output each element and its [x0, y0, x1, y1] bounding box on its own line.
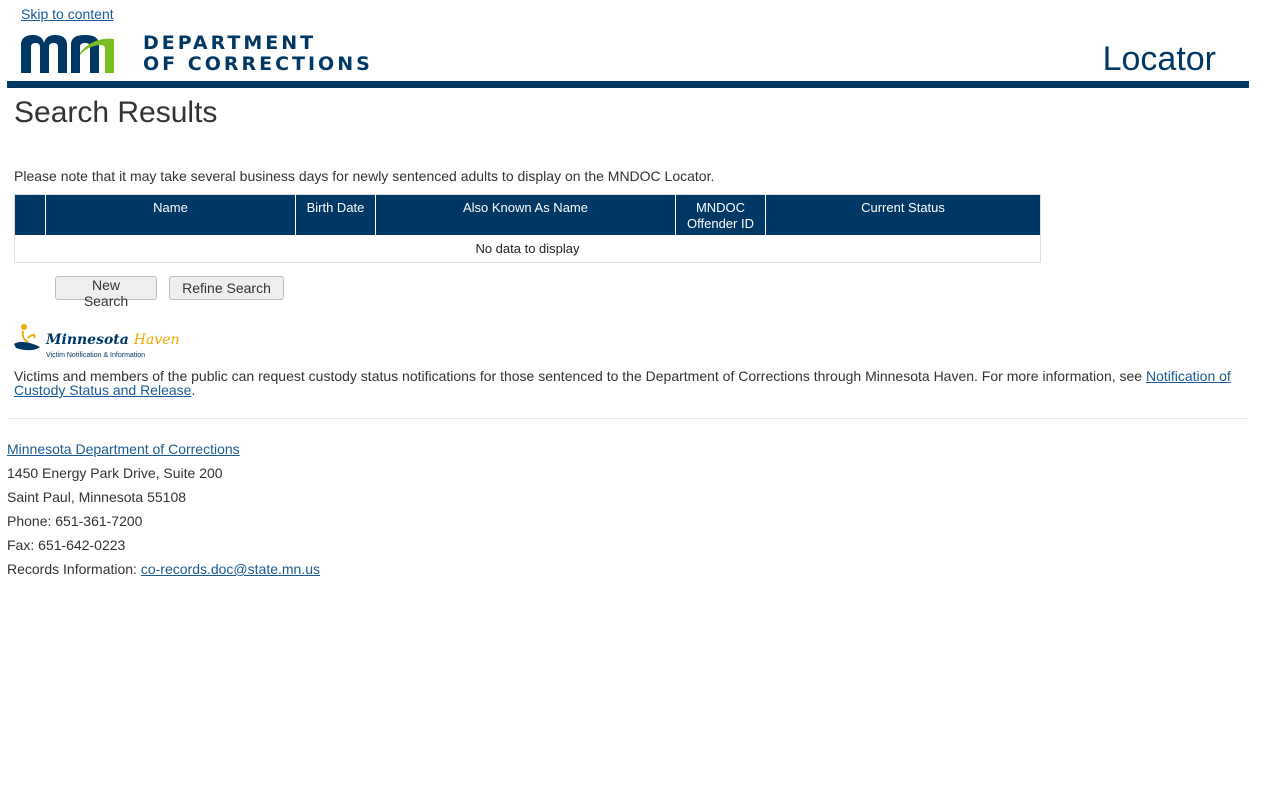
- refine-search-button[interactable]: Refine Search: [169, 276, 284, 300]
- new-search-button[interactable]: New Search: [55, 276, 157, 309]
- footer-divider: [7, 418, 1249, 419]
- footer-phone: Phone: 651-361-7200: [7, 513, 143, 529]
- site-footer: Minnesota Department of Corrections 1450…: [7, 437, 320, 581]
- mn-logo-icon: [21, 35, 114, 73]
- column-header-name[interactable]: Name: [45, 194, 296, 235]
- haven-logo-word-minnesota: Minnesota: [46, 332, 129, 348]
- footer-address-line-2: Saint Paul, Minnesota 55108: [7, 489, 187, 505]
- logo-text: DEPARTMENT OF CORRECTIONS: [143, 33, 373, 75]
- mn-doc-footer-link[interactable]: Minnesota Department of Corrections: [7, 441, 240, 457]
- footer-address-line-1: 1450 Energy Park Drive, Suite 200: [7, 465, 223, 481]
- page-title: Search Results: [14, 96, 218, 129]
- column-header-offender-id[interactable]: MNDOC Offender ID: [675, 194, 766, 235]
- records-label: Records Information:: [7, 561, 141, 577]
- logo-line-2: OF CORRECTIONS: [143, 53, 373, 75]
- column-header-select: [14, 194, 46, 235]
- haven-info-paragraph: Victims and members of the public can re…: [14, 369, 1244, 397]
- footer-fax: Fax: 651-642-0223: [7, 537, 126, 553]
- haven-logo-subtitle: Victim Notification & Information: [46, 352, 146, 359]
- site-header: DEPARTMENT OF CORRECTIONS Locator: [7, 28, 1249, 88]
- notice-text: Please note that it may take several bus…: [14, 168, 715, 184]
- logo-line-1: DEPARTMENT: [143, 32, 317, 54]
- haven-logo-text: Minnesota Haven: [46, 332, 180, 348]
- results-table: Name Birth Date Also Known As Name MNDOC…: [14, 194, 1041, 263]
- records-email-link[interactable]: co-records.doc@state.mn.us: [141, 561, 320, 577]
- skip-to-content-link[interactable]: Skip to content: [21, 6, 114, 22]
- column-header-birth-date[interactable]: Birth Date: [295, 194, 376, 235]
- table-header-row: Name Birth Date Also Known As Name MNDOC…: [14, 194, 1041, 235]
- haven-info-end: .: [191, 382, 196, 398]
- footer-records-info: Records Information: co-records.doc@stat…: [7, 557, 320, 581]
- table-row-empty: No data to display: [15, 235, 1041, 263]
- column-header-current-status[interactable]: Current Status: [765, 194, 1041, 235]
- haven-logo-word-haven: Haven: [133, 332, 180, 348]
- minnesota-haven-logo: Minnesota Haven Victim Notification & In…: [14, 320, 180, 362]
- header-title: Locator: [1102, 40, 1216, 78]
- mn-doc-logo[interactable]: DEPARTMENT OF CORRECTIONS: [21, 33, 370, 77]
- no-data-message: No data to display: [475, 240, 580, 256]
- column-header-aka-name[interactable]: Also Known As Name: [375, 194, 676, 235]
- haven-hand-icon: [14, 324, 40, 351]
